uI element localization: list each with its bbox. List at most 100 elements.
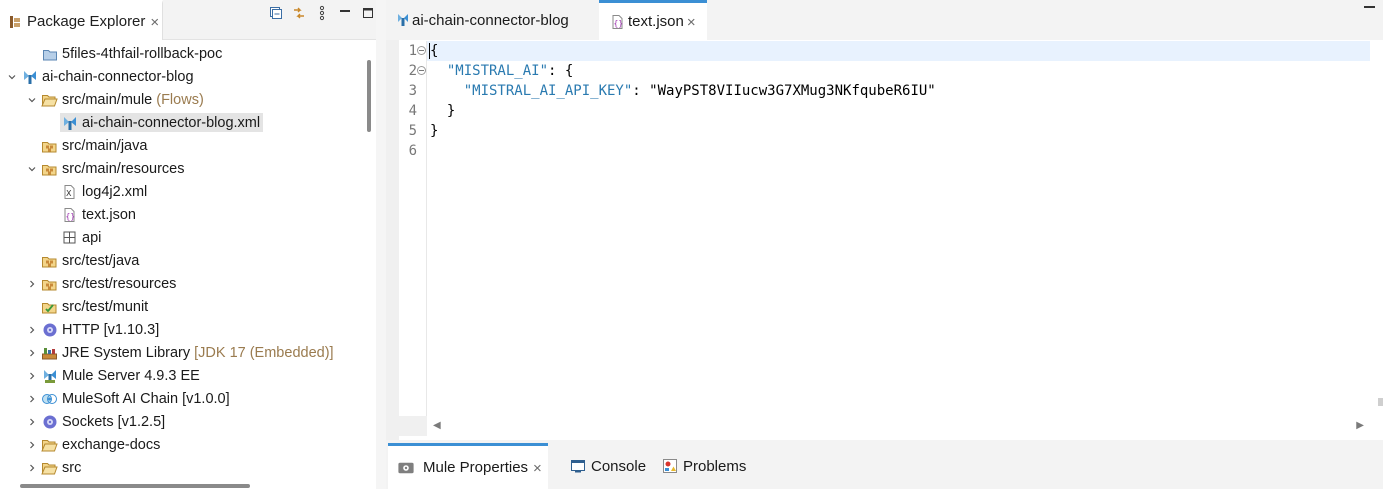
tree-item-content[interactable]: Mule Server 4.9.3 EE	[40, 366, 203, 385]
tree-item[interactable]: {} text.json	[44, 203, 139, 226]
tree-item-label: ai-chain-connector-blog.xml	[82, 114, 261, 131]
scroll-right-icon[interactable]: ▶	[1356, 420, 1364, 431]
code-line-1[interactable]: {	[430, 41, 438, 61]
xml-file-icon: X	[61, 183, 78, 200]
fold-collapse-icon[interactable]	[417, 66, 426, 75]
line-number: 6	[408, 143, 417, 159]
json-key: "MISTRAL_AI_API_KEY"	[463, 83, 633, 99]
tree-item[interactable]: src	[24, 456, 84, 479]
code-line-3[interactable]: "MISTRAL_AI_API_KEY": "WayPST8VIIucw3G7X…	[430, 81, 936, 101]
tree-item[interactable]: Xlog4j2.xml	[44, 180, 150, 203]
chevron-right-icon[interactable]	[24, 364, 40, 387]
tree-item-content[interactable]: JRE System Library [JDK 17 (Embedded)]	[40, 343, 337, 362]
close-icon[interactable]: ×	[150, 15, 159, 30]
tree-item[interactable]: ai-chain-connector-blog.xml	[44, 111, 264, 134]
close-icon[interactable]: ×	[533, 461, 542, 476]
fold-collapse-icon[interactable]	[417, 46, 426, 55]
tree-item-content[interactable]: src/test/munit	[40, 297, 151, 316]
tree-item-content[interactable]: HTTP [v1.10.3]	[40, 320, 162, 339]
chevron-right-icon[interactable]	[24, 318, 40, 341]
tree-item-content[interactable]: exchange-docs	[40, 435, 163, 454]
chevron-right-icon[interactable]	[24, 433, 40, 456]
tree-item[interactable]: JRE System Library [JDK 17 (Embedded)]	[24, 341, 337, 364]
horizontal-scrollbar[interactable]	[20, 484, 250, 488]
view-toolbar	[268, 3, 376, 23]
chevron-right-icon[interactable]	[24, 272, 40, 295]
scroll-left-icon[interactable]: ◀	[433, 420, 441, 431]
tree-item-label: JRE System Library	[62, 344, 191, 361]
package-folder-icon	[41, 252, 58, 269]
editor-horizontal-scrollbar[interactable]: ◀ ▶	[427, 416, 1370, 436]
maximize-button[interactable]	[360, 5, 376, 21]
tree-item[interactable]: Sockets [v1.2.5]	[24, 410, 168, 433]
sash-divider[interactable]	[376, 0, 386, 489]
tree-item-content[interactable]: src/test/java	[40, 251, 142, 270]
tree-item[interactable]: api	[44, 226, 104, 249]
tree-item[interactable]: HTTP [v1.10.3]	[24, 318, 162, 341]
open-folder-icon	[41, 459, 58, 476]
tree-item-content[interactable]: MuleSoft AI Chain [v1.0.0]	[40, 389, 233, 408]
line-number: 5	[408, 123, 417, 139]
chevron-right-icon[interactable]	[24, 341, 40, 364]
tree-item-content[interactable]: {} text.json	[60, 205, 139, 224]
code-line-2[interactable]: "MISTRAL_AI": {	[430, 61, 573, 81]
tree-item-label: HTTP [v1.10.3]	[62, 321, 160, 338]
tree-item[interactable]: ai-chain-connector-blog	[4, 65, 197, 88]
tree-item-content[interactable]: src	[40, 458, 84, 477]
tree-item[interactable]: src/test/munit	[24, 295, 151, 318]
chevron-right-icon[interactable]	[24, 410, 40, 433]
minimize-button[interactable]	[337, 5, 353, 21]
tree-item-content[interactable]: Sockets [v1.2.5]	[40, 412, 168, 431]
tree-item-content[interactable]: ai-chain-connector-blog	[20, 67, 197, 86]
tree-item[interactable]: src/test/resources	[24, 272, 179, 295]
code-line-5[interactable]: }	[430, 121, 438, 141]
link-with-editor-button[interactable]	[291, 5, 307, 21]
vertical-scrollbar[interactable]	[367, 60, 371, 132]
chevron-right-icon[interactable]	[24, 387, 40, 410]
chevron-down-icon[interactable]	[24, 88, 40, 111]
tree-item[interactable]: exchange-docs	[24, 433, 163, 456]
code-editor[interactable]: 1 2 3 4 5 6 { "MISTRAL_AI": { "MISTRAL_AI_API…	[399, 41, 1370, 416]
open-folder-icon	[41, 91, 58, 108]
project-tree: 5files-4thfail-rollback-poc ai-chain-conn…	[0, 42, 368, 482]
chevron-right-icon[interactable]	[24, 456, 40, 479]
tree-item[interactable]: src/main/java	[24, 134, 150, 157]
json-file-icon: {}	[61, 206, 78, 223]
grid-folder-icon	[61, 229, 78, 246]
tree-item[interactable]: src/main/resources	[24, 157, 187, 180]
tree-item-content[interactable]: Xlog4j2.xml	[60, 182, 150, 201]
editor-scroll-thumb[interactable]	[1378, 398, 1383, 406]
gutter-divider	[426, 41, 427, 416]
close-icon[interactable]: ×	[687, 15, 696, 30]
code-line-4[interactable]: }	[430, 101, 455, 121]
tree-item[interactable]: src/test/java	[24, 249, 142, 272]
tab-label: ai-chain-connector-blog	[412, 11, 569, 29]
view-menu-button[interactable]	[314, 5, 330, 21]
minimize-icon	[340, 10, 350, 12]
chevron-down-icon[interactable]	[24, 157, 40, 180]
tree-item[interactable]: 5files-4thfail-rollback-poc	[24, 42, 225, 65]
tree-item-content[interactable]: 5files-4thfail-rollback-poc	[40, 44, 225, 63]
chevron-down-icon[interactable]	[4, 65, 20, 88]
tab-problems[interactable]: Problems	[652, 443, 762, 489]
tree-item-content[interactable]: api	[60, 228, 104, 247]
tree-item-content[interactable]: ai-chain-connector-blog.xml	[60, 113, 264, 132]
tree-item-content[interactable]: src/main/mule (Flows)	[40, 90, 207, 109]
tab-mule-properties[interactable]: Mule Properties ×	[388, 443, 548, 489]
tree-item-content[interactable]: src/test/resources	[40, 274, 179, 293]
tree-item[interactable]: src/main/mule (Flows)	[24, 88, 207, 111]
tab-ai-chain-connector-blog[interactable]: ai-chain-connector-blog	[386, 0, 599, 40]
collapse-all-button[interactable]	[268, 5, 284, 21]
tab-console[interactable]: Console	[560, 443, 650, 489]
tree-item-label: api	[82, 229, 102, 246]
tree-item-content[interactable]: src/main/resources	[40, 159, 187, 178]
tree-item[interactable]: MuleSoft AI Chain [v1.0.0]	[24, 387, 233, 410]
editor-minimize-button[interactable]	[1364, 6, 1375, 8]
line-number: 3	[408, 83, 417, 99]
tab-package-explorer[interactable]: Package Explorer ×	[0, 0, 163, 40]
tab-text-json[interactable]: {} text.json ×	[599, 0, 707, 40]
tree-item[interactable]: Mule Server 4.9.3 EE	[24, 364, 203, 387]
tree-item-content[interactable]: src/main/java	[40, 136, 150, 155]
